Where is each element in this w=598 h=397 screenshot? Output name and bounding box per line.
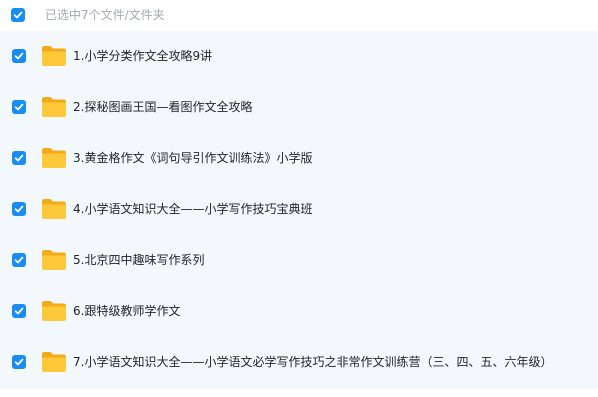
row-checkbox[interactable] [12, 100, 26, 114]
file-name[interactable]: 5.北京四中趣味写作系列 [73, 251, 204, 269]
checkmark-icon [14, 307, 24, 315]
file-name[interactable]: 3.黄金格作文《词句导引作文训练法》小学版 [73, 149, 312, 167]
selection-header: 已选中7个文件/文件夹 [0, 0, 598, 31]
file-row[interactable]: 5.北京四中趣味写作系列 [0, 235, 598, 286]
folder-icon [42, 97, 66, 117]
folder-icon [42, 301, 66, 321]
selection-count-text: 已选中7个文件/文件夹 [45, 8, 165, 22]
file-row[interactable]: 7.小学语文知识大全——小学语文必学写作技巧之非常作文训练营（三、四、五、六年级… [0, 337, 598, 388]
folder-icon [42, 199, 66, 219]
file-name[interactable]: 4.小学语文知识大全——小学写作技巧宝典班 [73, 200, 312, 218]
row-checkbox[interactable] [12, 355, 26, 369]
file-row[interactable]: 1.小学分类作文全攻略9讲 [0, 31, 598, 82]
row-checkbox[interactable] [12, 202, 26, 216]
file-name[interactable]: 7.小学语文知识大全——小学语文必学写作技巧之非常作文训练营（三、四、五、六年级… [73, 353, 552, 371]
row-checkbox[interactable] [12, 253, 26, 267]
file-row[interactable]: 2.探秘图画王国—看图作文全攻略 [0, 82, 598, 133]
row-checkbox[interactable] [12, 49, 26, 63]
checkmark-icon [14, 52, 24, 60]
file-name[interactable]: 2.探秘图画王国—看图作文全攻略 [73, 98, 252, 116]
checkmark-icon [14, 103, 24, 111]
row-checkbox[interactable] [12, 304, 26, 318]
checkmark-icon [14, 205, 24, 213]
folder-icon [42, 352, 66, 372]
folder-icon [42, 46, 66, 66]
folder-icon [42, 250, 66, 270]
checkmark-icon [14, 154, 24, 162]
checkmark-icon [13, 11, 23, 19]
file-list: 1.小学分类作文全攻略9讲 2.探秘图画王国—看图作文全攻略 3.黄金格作文《词… [0, 31, 598, 389]
select-all-checkbox[interactable] [11, 8, 25, 22]
file-name[interactable]: 6.跟特级教师学作文 [73, 302, 180, 320]
checkmark-icon [14, 358, 24, 366]
file-name[interactable]: 1.小学分类作文全攻略9讲 [73, 47, 212, 65]
file-browser: 已选中7个文件/文件夹 1.小学分类作文全攻略9讲 2.探秘图画王国—看图作文全… [0, 0, 598, 397]
file-row[interactable]: 4.小学语文知识大全——小学写作技巧宝典班 [0, 184, 598, 235]
row-checkbox[interactable] [12, 151, 26, 165]
folder-icon [42, 148, 66, 168]
file-row[interactable]: 6.跟特级教师学作文 [0, 286, 598, 337]
file-row[interactable]: 3.黄金格作文《词句导引作文训练法》小学版 [0, 133, 598, 184]
checkmark-icon [14, 256, 24, 264]
